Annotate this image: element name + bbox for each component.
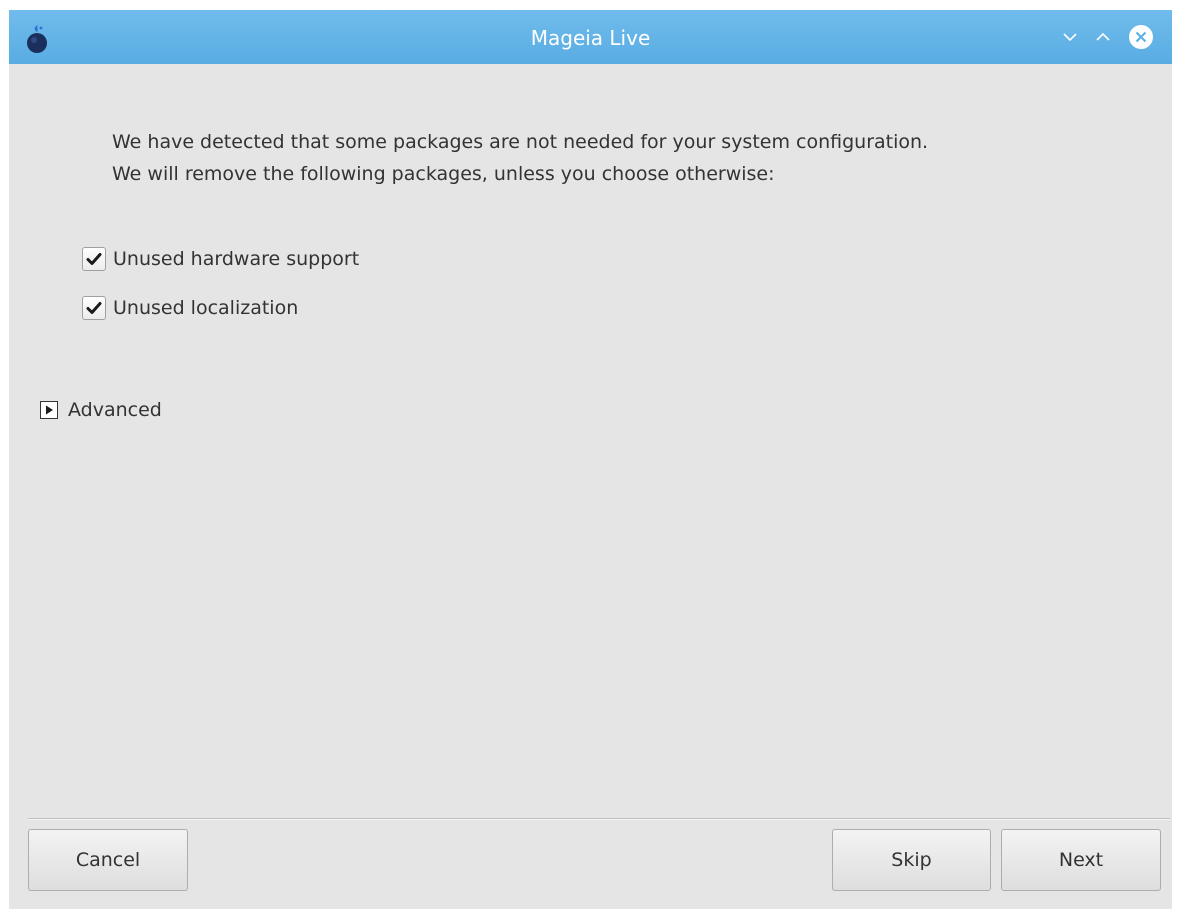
unused-hardware-support-checkbox[interactable]: Unused hardware support xyxy=(82,245,359,273)
close-icon xyxy=(1129,25,1153,49)
intro-line-2: We will remove the following packages, u… xyxy=(112,163,775,185)
close-button[interactable] xyxy=(1127,23,1155,51)
advanced-expander[interactable]: Advanced xyxy=(40,396,162,424)
skip-button[interactable]: Skip xyxy=(832,829,991,891)
intro-text: We have detected that some packages are … xyxy=(112,126,928,190)
maximize-button[interactable] xyxy=(1089,23,1117,51)
checkmark-icon xyxy=(86,302,102,314)
minimize-icon xyxy=(1063,33,1077,42)
intro-line-1: We have detected that some packages are … xyxy=(112,131,929,153)
next-button[interactable]: Next xyxy=(1001,829,1161,891)
checkbox-box[interactable] xyxy=(82,296,106,320)
title-bar[interactable]: Mageia Live xyxy=(9,10,1172,64)
checkbox-label[interactable]: Unused localization xyxy=(113,297,298,319)
checkbox-label[interactable]: Unused hardware support xyxy=(113,248,359,270)
installer-window: Mageia Live We have detected that some p… xyxy=(9,10,1172,909)
advanced-label[interactable]: Advanced xyxy=(68,399,162,421)
minimize-button[interactable] xyxy=(1056,23,1084,51)
triangle-right-icon xyxy=(46,405,53,415)
expander-box[interactable] xyxy=(40,401,58,419)
checkmark-icon xyxy=(86,253,102,265)
maximize-icon xyxy=(1096,32,1110,41)
window-title: Mageia Live xyxy=(530,26,651,50)
unused-localization-checkbox[interactable]: Unused localization xyxy=(82,294,298,322)
cancel-button[interactable]: Cancel xyxy=(28,829,188,891)
dialog-content: We have detected that some packages are … xyxy=(9,64,1172,909)
button-separator xyxy=(28,818,1170,820)
checkbox-box[interactable] xyxy=(82,247,106,271)
